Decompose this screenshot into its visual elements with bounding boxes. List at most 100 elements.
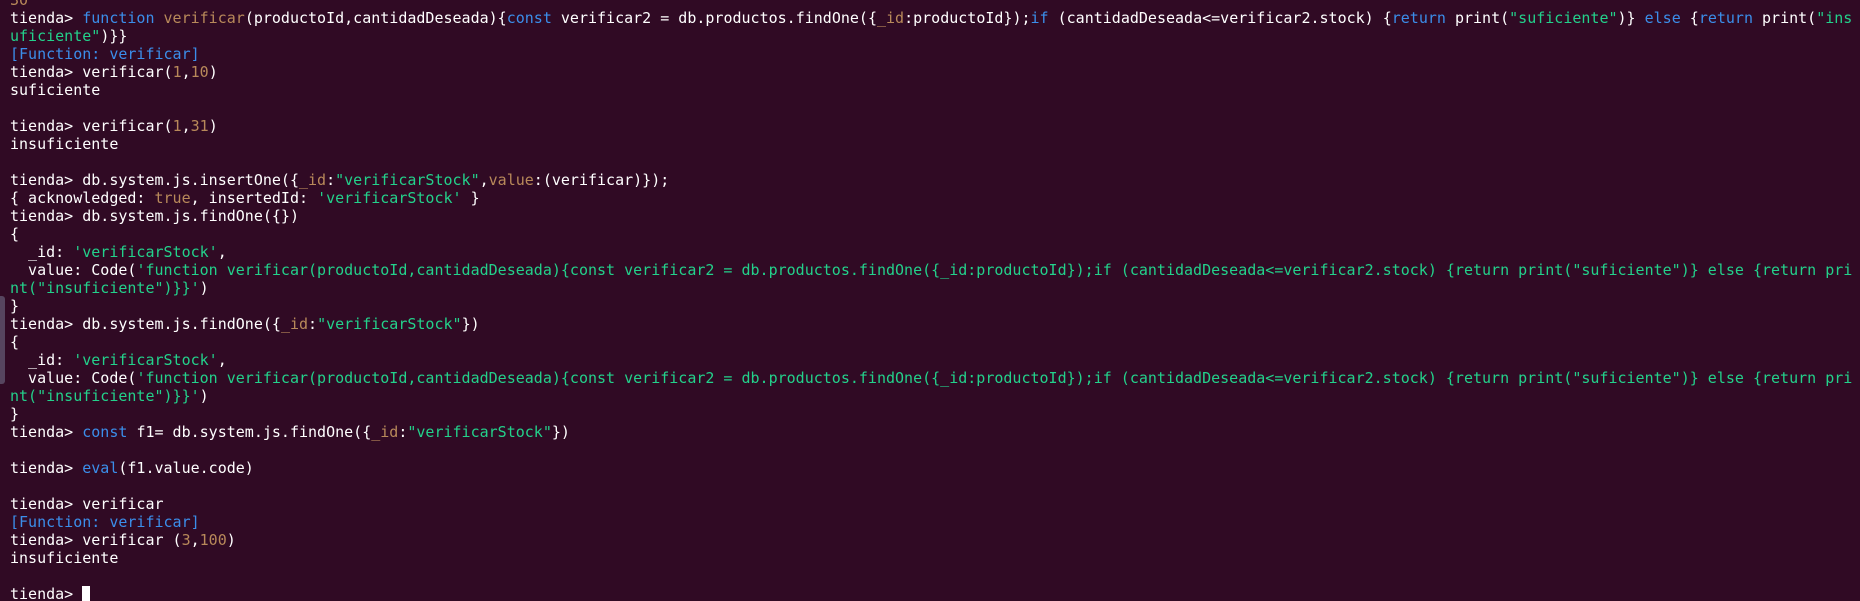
terminal-token: insuficiente — [10, 135, 119, 153]
terminal-line: { acknowledged: true, insertedId: 'verif… — [10, 189, 1854, 207]
terminal-token: 'function verificar(productoId,cantidadD… — [136, 369, 1853, 387]
terminal-token: const — [82, 423, 137, 441]
terminal-token: return — [1391, 9, 1455, 27]
terminal-token: }) — [461, 315, 480, 333]
terminal-token: insuficiente — [10, 549, 119, 567]
terminal-line: insuficiente — [10, 135, 1854, 153]
terminal-token: , — [479, 171, 489, 189]
terminal-line: _id: 'verificarStock', — [10, 351, 1854, 369]
terminal-line: nt("insuficiente")}}') — [10, 387, 1854, 405]
terminal-token: uficiente" — [10, 27, 101, 45]
terminal-token: )} — [1617, 9, 1645, 27]
terminal-token: _id — [280, 315, 309, 333]
terminal-token: nt("insuficiente")}}' — [10, 279, 200, 297]
terminal-token: _id — [371, 423, 399, 441]
terminal-token: , — [190, 531, 200, 549]
terminal-token: { — [10, 225, 20, 243]
terminal-token: tienda> db.system.js.findOne({}) — [10, 207, 299, 225]
terminal-token: tienda> — [10, 423, 83, 441]
terminal-line: value: Code('function verificar(producto… — [10, 369, 1854, 387]
terminal-token: : — [326, 171, 336, 189]
terminal-token: : — [308, 315, 318, 333]
terminal-token: value: Code( — [10, 261, 137, 279]
terminal-token: tienda> verificar — [10, 495, 164, 513]
terminal-token: function — [82, 9, 164, 27]
terminal-token: _id — [876, 9, 905, 27]
terminal-line: tienda> verificar(1,31) — [10, 117, 1854, 135]
cursor-icon — [82, 586, 91, 601]
terminal-token: suficiente — [10, 81, 101, 99]
terminal-token: , insertedId: — [190, 189, 318, 207]
terminal-token: tienda> db.system.js.insertOne({ — [10, 171, 299, 189]
terminal-token: } — [461, 189, 480, 207]
terminal-token: _id — [298, 171, 327, 189]
terminal-token: ) — [208, 117, 218, 135]
terminal-token: if — [1030, 9, 1058, 27]
terminal-token: }) — [551, 423, 570, 441]
terminal-line: tienda> const f1= db.system.js.findOne({… — [10, 423, 1854, 441]
terminal-token: ) — [208, 63, 218, 81]
terminal-line: tienda> — [10, 585, 1854, 601]
terminal-token: 100 — [199, 531, 227, 549]
terminal-line: { — [10, 225, 1854, 243]
terminal-line: insuficiente — [10, 549, 1854, 567]
terminal-token: 'verificarStock' — [317, 189, 462, 207]
terminal-token: 10 — [190, 63, 209, 81]
terminal-token: ) — [199, 279, 209, 297]
terminal-line: 30 — [10, 0, 1854, 9]
terminal-token: { — [10, 333, 20, 351]
terminal-token: true — [154, 189, 191, 207]
terminal-token: { — [1689, 9, 1699, 27]
terminal-line: tienda> verificar (3,100) — [10, 531, 1854, 549]
terminal-token: "ins — [1816, 9, 1853, 27]
terminal-token: 'function verificar(productoId,cantidadD… — [136, 261, 1853, 279]
terminal-token: tienda> — [10, 9, 83, 27]
terminal-token: , — [181, 63, 191, 81]
terminal-token: _id: — [10, 351, 74, 369]
terminal-token: "verificarStock" — [335, 171, 480, 189]
terminal-token: ) — [226, 531, 236, 549]
terminal-line: tienda> function verificar(productoId,ca… — [10, 9, 1854, 27]
terminal-token: [Function: verificar] — [10, 45, 200, 63]
terminal-token: 30 — [10, 0, 29, 9]
terminal-token: , — [217, 351, 227, 369]
terminal-token: return — [1698, 9, 1763, 27]
terminal-token: const — [506, 9, 561, 27]
terminal-token: value: Code( — [10, 369, 137, 387]
terminal-token: 31 — [190, 117, 209, 135]
terminal-line: uficiente")}} — [10, 27, 1854, 45]
terminal-line: tienda> db.system.js.insertOne({_id:"ver… — [10, 171, 1854, 189]
terminal-window[interactable]: 30 tienda> function verificar(productoId,… — [0, 0, 1860, 601]
terminal-token: "verificarStock" — [407, 423, 552, 441]
terminal-token: )}} — [100, 27, 128, 45]
terminal-line: [Function: verificar] — [10, 45, 1854, 63]
terminal-token: else — [1644, 9, 1690, 27]
terminal-token: :(verificar)}); — [533, 171, 670, 189]
terminal-token: :productoId}); — [904, 9, 1031, 27]
terminal-token: , — [181, 117, 191, 135]
terminal-token: verificar2 = db.productos.findOne({ — [560, 9, 877, 27]
terminal-line: { — [10, 333, 1854, 351]
terminal-line: tienda> eval(f1.value.code) — [10, 459, 1854, 477]
terminal-line: [Function: verificar] — [10, 513, 1854, 531]
terminal-token: tienda> verificar( — [10, 117, 173, 135]
terminal-token: 1 — [172, 117, 182, 135]
terminal-line: tienda> verificar — [10, 495, 1854, 513]
terminal-token: nt("insuficiente")}}' — [10, 387, 200, 405]
terminal-token: (productoId,cantidadDeseada){ — [244, 9, 507, 27]
terminal-token: tienda> verificar( — [10, 63, 173, 81]
terminal-token: tienda> db.system.js.findOne({ — [10, 315, 281, 333]
terminal-token: ) — [199, 387, 209, 405]
terminal-token: 3 — [181, 531, 191, 549]
terminal-token: (f1.value.code) — [118, 459, 254, 477]
terminal-output[interactable]: 30 tienda> function verificar(productoId,… — [10, 0, 1854, 601]
terminal-line: _id: 'verificarStock', — [10, 243, 1854, 261]
terminal-line: suficiente — [10, 81, 1854, 99]
terminal-token: 1 — [172, 63, 182, 81]
terminal-token: 'verificarStock' — [73, 243, 218, 261]
side-handle[interactable] — [0, 296, 5, 384]
terminal-scrollbar[interactable] — [1854, 0, 1860, 601]
